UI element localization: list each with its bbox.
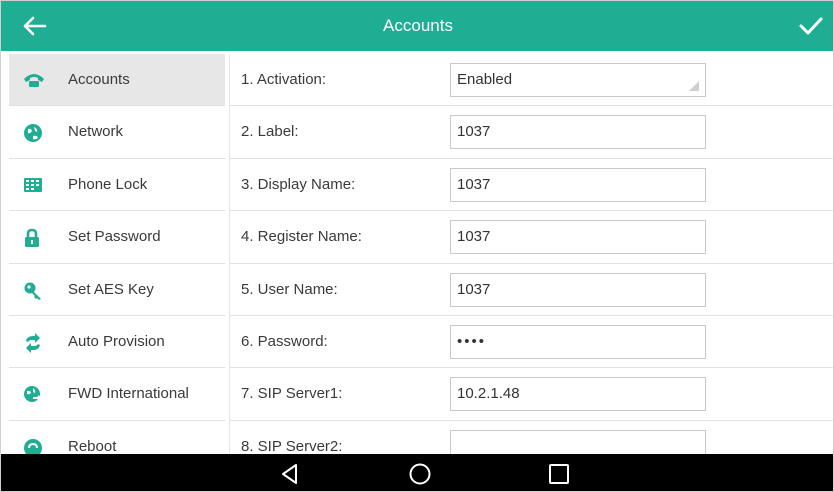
sidebar-item-label: Reboot — [68, 437, 117, 454]
reboot-icon — [23, 438, 43, 454]
label-field[interactable]: 1037 — [450, 115, 706, 150]
home-circle-icon — [409, 463, 431, 485]
field-row-label: 2. Label: 1037 — [229, 106, 833, 159]
display-name-field[interactable]: 1037 — [450, 167, 706, 202]
field-row-password: 6. Password: •••• — [229, 316, 833, 369]
sync-arrows-icon — [23, 332, 43, 353]
sidebar-item-label: Accounts — [68, 71, 130, 88]
back-triangle-icon — [282, 464, 297, 484]
account-settings-form: 1. Activation: Enabled 2. Label: 1037 3.… — [229, 54, 833, 454]
field-row-sip-server1: 7. SIP Server1: 10.2.1.48 — [229, 368, 833, 421]
user-name-field[interactable]: 1037 — [450, 272, 706, 307]
sidebar-item-label: Set Password — [68, 228, 161, 246]
lock-icon — [23, 228, 43, 248]
keypad-icon — [23, 176, 43, 194]
globe-icon — [23, 123, 43, 143]
sidebar-item-phone-lock[interactable]: Phone Lock — [9, 159, 225, 212]
sip-server2-field[interactable] — [450, 429, 706, 454]
sidebar-item-label: Set AES Key — [68, 280, 154, 298]
field-label: 6. Password: — [241, 333, 328, 350]
sidebar-item-label: Network — [68, 123, 124, 141]
page-title: Accounts — [383, 16, 453, 35]
key-icon — [23, 281, 43, 300]
field-row-register-name: 4. Register Name: 1037 — [229, 211, 833, 264]
field-row-activation: 1. Activation: Enabled — [229, 54, 833, 107]
phone-icon — [23, 71, 44, 89]
field-label: 7. SIP Server1: — [241, 385, 343, 403]
field-row-sip-server2: 8. SIP Server2: — [229, 421, 833, 454]
nav-back-button[interactable] — [277, 461, 303, 487]
sidebar-item-network[interactable]: Network — [9, 106, 225, 159]
sidebar-item-reboot[interactable]: Reboot — [9, 421, 225, 454]
sidebar-item-set-aes-key[interactable]: Set AES Key — [9, 264, 225, 316]
activation-value: Enabled — [457, 71, 513, 88]
password-field[interactable]: •••• — [450, 325, 706, 359]
nav-home-button[interactable] — [407, 461, 433, 487]
dropdown-corner-icon — [689, 81, 699, 91]
nav-recents-button[interactable] — [546, 461, 572, 487]
phone-screen: Accounts Accounts Network Phone Lock Set… — [0, 0, 834, 492]
field-label: 3. Display Name: — [241, 175, 356, 193]
sidebar-item-label: FWD International — [68, 385, 189, 403]
recents-square-icon — [549, 464, 569, 484]
title-bar: Accounts — [1, 1, 833, 51]
android-nav-bar — [1, 454, 833, 491]
confirm-button[interactable] — [797, 13, 825, 39]
field-label: 1. Activation: — [241, 71, 327, 88]
field-label: 2. Label: — [241, 123, 299, 141]
globe-forward-icon — [23, 385, 43, 403]
sidebar-item-accounts[interactable]: Accounts — [9, 54, 225, 107]
sidebar-item-label: Auto Provision — [68, 332, 165, 350]
settings-sidebar: Accounts Network Phone Lock Set Password… — [9, 54, 225, 454]
field-row-display-name: 3. Display Name: 1037 — [229, 159, 833, 212]
sidebar-item-label: Phone Lock — [68, 175, 148, 193]
activation-select[interactable]: Enabled — [450, 63, 706, 97]
field-row-user-name: 5. User Name: 1037 — [229, 264, 833, 316]
sip-server1-field[interactable]: 10.2.1.48 — [450, 377, 706, 412]
sidebar-item-fwd-international[interactable]: FWD International — [9, 368, 225, 421]
field-label: 4. Register Name: — [241, 228, 362, 246]
field-label: 8. SIP Server2: — [241, 437, 343, 454]
sidebar-item-auto-provision[interactable]: Auto Provision — [9, 316, 225, 369]
field-label: 5. User Name: — [241, 280, 338, 298]
sidebar-item-set-password[interactable]: Set Password — [9, 211, 225, 264]
checkmark-icon — [799, 17, 823, 35]
register-name-field[interactable]: 1037 — [450, 220, 706, 255]
